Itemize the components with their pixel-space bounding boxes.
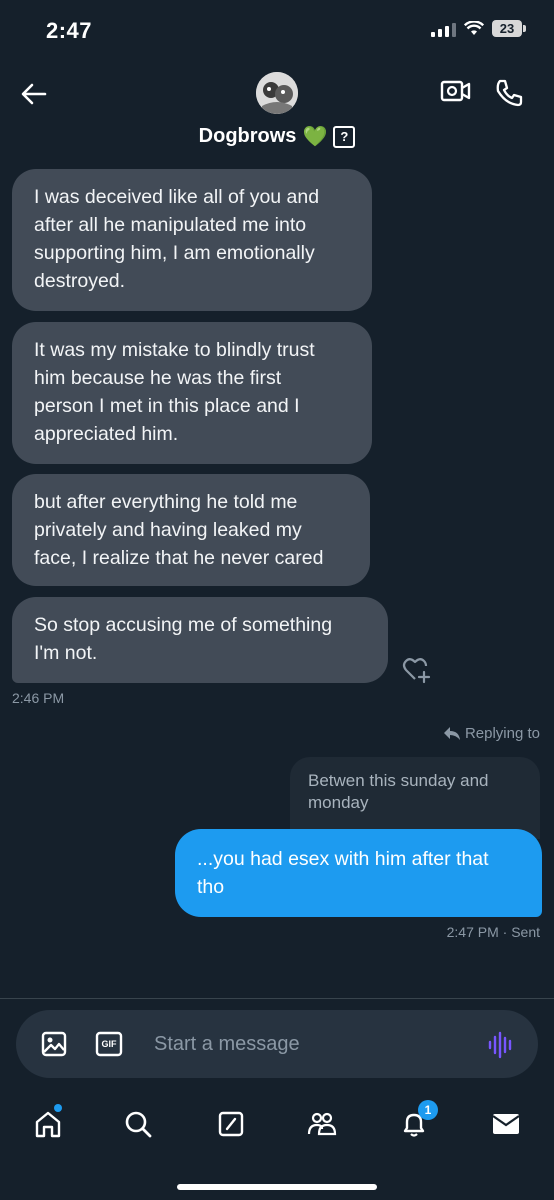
status-indicators: 23	[431, 20, 526, 37]
message-input[interactable]	[142, 1024, 496, 1064]
message-timestamp: 2:46 PM	[12, 690, 65, 706]
add-reaction-button[interactable]	[402, 656, 432, 684]
gif-button[interactable]: GIF	[95, 1031, 123, 1057]
wifi-icon	[464, 21, 484, 35]
add-reaction-icon	[402, 658, 431, 684]
gif-label: GIF	[101, 1039, 117, 1049]
reply-arrow-icon	[443, 727, 460, 740]
search-icon	[125, 1111, 152, 1138]
home-indicator	[177, 1184, 377, 1190]
replying-to-label: Replying to	[464, 725, 540, 742]
sent-message[interactable]: ...you had esex with him after that tho	[175, 829, 542, 917]
home-badge-dot	[54, 1104, 62, 1112]
add-image-button[interactable]	[40, 1030, 68, 1058]
compose-icon	[218, 1111, 244, 1137]
battery-level: 23	[492, 20, 522, 37]
notifications-badge: 1	[418, 1100, 438, 1120]
quoted-message[interactable]: Betwen this sunday and monday	[290, 757, 540, 839]
voice-wave-icon	[488, 1031, 512, 1059]
received-message[interactable]: I was deceived like all of you and after…	[12, 169, 372, 311]
phone-call-button[interactable]	[494, 78, 528, 112]
battery-icon: 23	[492, 20, 526, 37]
video-call-button[interactable]	[440, 78, 476, 110]
phone-icon	[496, 79, 523, 107]
sent-timestamp: 2:47 PM · Sent	[446, 924, 540, 940]
tab-grok[interactable]	[211, 1104, 251, 1144]
image-icon	[41, 1031, 67, 1057]
voice-message-button[interactable]	[486, 1030, 516, 1060]
contact-name: Dogbrows	[198, 125, 297, 147]
tab-communities[interactable]	[302, 1104, 342, 1144]
received-message[interactable]: but after everything he told me privatel…	[12, 474, 370, 586]
communities-icon	[307, 1112, 337, 1136]
tab-messages[interactable]	[486, 1104, 526, 1144]
tab-search[interactable]	[118, 1104, 158, 1144]
home-icon	[35, 1111, 61, 1138]
mail-icon	[492, 1114, 520, 1134]
received-message[interactable]: It was my mistake to blindly trust him b…	[12, 322, 372, 464]
signal-icon	[431, 21, 456, 37]
avatar[interactable]	[256, 72, 298, 114]
tab-home[interactable]	[28, 1104, 68, 1144]
conversation-title[interactable]: Dogbrows 💚 ?	[0, 124, 554, 149]
replying-to-indicator: Replying to	[443, 725, 540, 742]
avatar-image	[256, 72, 298, 114]
received-message[interactable]: So stop accusing me of something I'm not…	[12, 597, 388, 683]
status-time: 2:47	[46, 18, 93, 43]
green-heart-emoji: 💚	[302, 126, 328, 148]
back-arrow-icon	[21, 83, 47, 105]
tab-notifications[interactable]: 1	[394, 1100, 438, 1144]
video-call-icon	[440, 80, 471, 102]
unknown-glyph-box: ?	[333, 125, 356, 148]
back-button[interactable]	[16, 78, 52, 110]
composer-divider	[0, 998, 554, 999]
